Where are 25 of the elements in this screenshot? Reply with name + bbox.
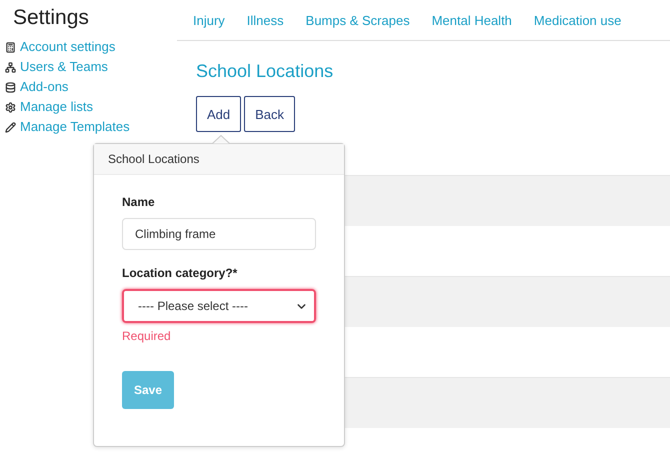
nav-tab[interactable]: Injury [182,12,236,28]
sidebar-link[interactable]: Manage lists [5,97,93,117]
field-label: Location category?* [122,266,238,280]
nav-tab[interactable]: Mental Health [420,12,523,28]
add-button[interactable]: Add [196,96,242,132]
error-message: Required [122,329,171,343]
sidebar-link[interactable]: Add-ons [5,77,68,97]
database-icon [5,82,16,92]
pencil-icon [5,122,16,132]
sitemap-icon [5,62,16,72]
sidebar-link[interactable]: Manage Templates [5,117,130,137]
nav-tab[interactable]: Medication use [522,12,632,28]
settings-icon [5,102,16,112]
back-button[interactable]: Back [244,96,296,132]
settings-title: Settings [13,6,90,30]
save-button[interactable]: Save [122,371,174,409]
nav-tab[interactable]: Bumps & Scrapes [294,12,421,28]
nav-tab[interactable]: Illness [236,12,295,28]
category-select[interactable]: ---- Please select ---- [122,289,316,323]
name-field[interactable]: Climbing frame [122,218,316,250]
sidebar-link[interactable]: Account settings [5,37,116,57]
sidebar-link[interactable]: Users & Teams [5,57,108,77]
field-label: Name [122,195,155,209]
page-title: School Locations [196,61,334,82]
calculator-icon [5,42,16,52]
